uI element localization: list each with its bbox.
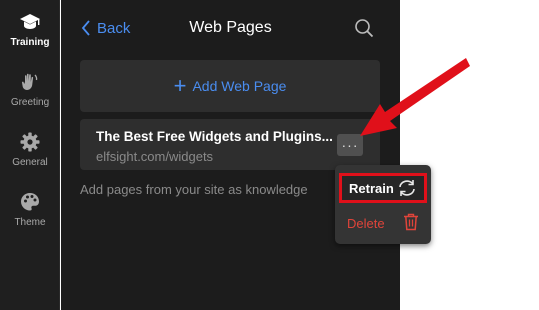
page-options-menu: Retrain Delete [335,165,431,244]
delete-label: Delete [347,215,385,231]
sidebar-item-label: Theme [14,217,46,228]
sidebar-item-label: Training [10,37,50,48]
ellipsis-icon: ··· [341,137,359,153]
web-page-card[interactable]: The Best Free Widgets and Plugins... elf… [80,119,380,170]
web-page-url: elfsight.com/widgets [96,149,214,164]
app-window: Training Greeting General Theme Back Web… [0,0,539,310]
trash-icon [403,213,419,234]
search-icon[interactable] [354,18,374,38]
page-title: Web Pages [189,19,272,36]
gear-icon [18,130,42,154]
web-pages-panel: Back Web Pages + Add Web Page The Best F… [61,0,400,310]
sidebar-item-label: General [12,157,48,168]
palette-icon [18,190,42,214]
web-page-title: The Best Free Widgets and Plugins... [96,129,333,144]
plus-icon: + [173,73,187,98]
sidebar-item-greeting[interactable]: Greeting [0,64,60,116]
waving-hand-icon [18,70,42,94]
sidebar-item-training[interactable]: Training [0,4,60,56]
graduation-cap-icon [18,10,42,34]
sidebar-item-general[interactable]: General [0,124,60,176]
retrain-menu-item[interactable]: Retrain [339,173,427,203]
add-web-page-label: Add Web Page [192,78,287,94]
sidebar: Training Greeting General Theme [0,0,60,310]
add-web-page-button[interactable]: + Add Web Page [80,60,380,112]
more-options-button[interactable]: ··· [337,134,363,156]
delete-menu-item[interactable]: Delete [347,212,423,234]
knowledge-hint: Add pages from your site as knowledge [80,182,308,197]
retrain-label: Retrain [349,180,394,196]
sidebar-item-label: Greeting [10,97,50,108]
refresh-icon [396,179,418,200]
sidebar-item-theme[interactable]: Theme [0,184,60,236]
